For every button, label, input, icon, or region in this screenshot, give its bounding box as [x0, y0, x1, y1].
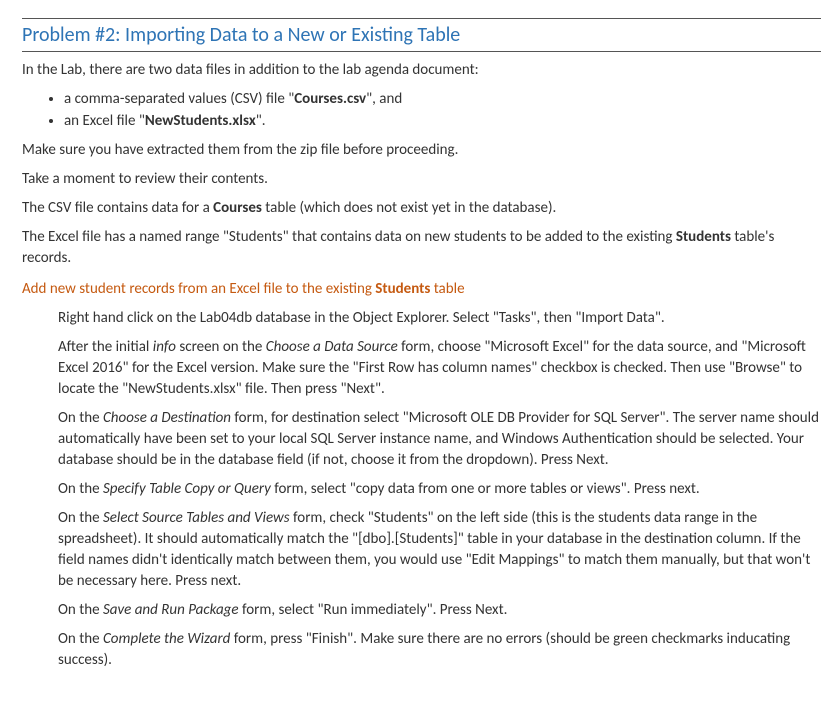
- info-italic: info: [153, 338, 176, 356]
- text: an Excel file ": [64, 112, 145, 130]
- step-paragraph: On the Specify Table Copy or Query form,…: [58, 479, 821, 500]
- text: After the initial: [58, 338, 153, 356]
- file-list: a comma-separated values (CSV) file "Cou…: [46, 89, 821, 132]
- text: a comma-separated values (CSV) file ": [64, 90, 294, 108]
- courses-bold: Courses: [213, 199, 262, 217]
- step-paragraph: On the Select Source Tables and Views fo…: [58, 508, 821, 592]
- text: On the: [58, 509, 103, 527]
- steps-block: Right hand click on the Lab04db database…: [58, 308, 821, 671]
- text: On the: [58, 409, 103, 427]
- students-bold: Students: [375, 280, 430, 298]
- step-paragraph: On the Choose a Destination form, for de…: [58, 408, 821, 471]
- form-name-italic: Choose a Destination: [103, 409, 231, 427]
- text: ", and: [366, 90, 402, 108]
- text: On the: [58, 630, 103, 648]
- step-paragraph: On the Save and Run Package form, select…: [58, 600, 821, 621]
- text: ".: [256, 112, 266, 130]
- csv-description: The CSV file contains data for a Courses…: [22, 198, 821, 219]
- text: screen on the: [176, 338, 266, 356]
- filename-newstudents: NewStudents.xlsx: [145, 112, 256, 130]
- text: form, select "copy data from one or more…: [271, 480, 700, 498]
- intro-paragraph: In the Lab, there are two data files in …: [22, 60, 821, 81]
- form-name-italic: Choose a Data Source: [266, 338, 398, 356]
- list-item: an Excel file "NewStudents.xlsx".: [64, 111, 821, 132]
- text: The Excel file has a named range "Studen…: [22, 228, 676, 246]
- text: On the: [58, 480, 103, 498]
- text: form, select "Run immediately". Press Ne…: [239, 601, 508, 619]
- problem-title: Problem #2: Importing Data to a New or E…: [22, 21, 821, 52]
- excel-description: The Excel file has a named range "Studen…: [22, 227, 821, 269]
- list-item: a comma-separated values (CSV) file "Cou…: [64, 89, 821, 110]
- text: table: [430, 280, 464, 298]
- step-paragraph: On the Complete the Wizard form, press "…: [58, 629, 821, 671]
- top-rule: [22, 18, 821, 19]
- text: Add new student records from an Excel fi…: [22, 280, 375, 298]
- filename-courses: Courses.csv: [294, 90, 366, 108]
- students-bold: Students: [676, 228, 731, 246]
- text: table (which does not exist yet in the d…: [262, 199, 556, 217]
- form-name-italic: Save and Run Package: [103, 601, 239, 619]
- step-paragraph: Right hand click on the Lab04db database…: [58, 308, 821, 329]
- text: The CSV file contains data for a: [22, 199, 213, 217]
- extract-note: Make sure you have extracted them from t…: [22, 140, 821, 161]
- form-name-italic: Complete the Wizard: [103, 630, 230, 648]
- text: On the: [58, 601, 103, 619]
- section-heading-orange: Add new student records from an Excel fi…: [22, 279, 821, 300]
- form-name-italic: Select Source Tables and Views: [103, 509, 290, 527]
- form-name-italic: Specify Table Copy or Query: [103, 480, 271, 498]
- step-paragraph: After the initial info screen on the Cho…: [58, 337, 821, 400]
- review-note: Take a moment to review their contents.: [22, 169, 821, 190]
